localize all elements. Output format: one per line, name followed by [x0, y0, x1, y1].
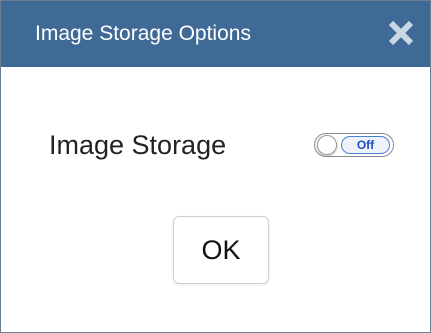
image-storage-options-dialog: Image Storage Options Image Storage Off … [0, 0, 431, 333]
close-button[interactable] [372, 1, 430, 67]
close-icon [388, 20, 414, 46]
dialog-titlebar: Image Storage Options [1, 1, 430, 67]
toggle-knob [317, 135, 337, 155]
dialog-title: Image Storage Options [35, 22, 251, 45]
image-storage-toggle[interactable]: Off [314, 133, 394, 157]
image-storage-label: Image Storage [49, 130, 227, 160]
ok-button[interactable]: OK [173, 216, 269, 284]
toggle-state-pill: Off [341, 136, 390, 154]
toggle-state-text: Off [356, 138, 375, 152]
